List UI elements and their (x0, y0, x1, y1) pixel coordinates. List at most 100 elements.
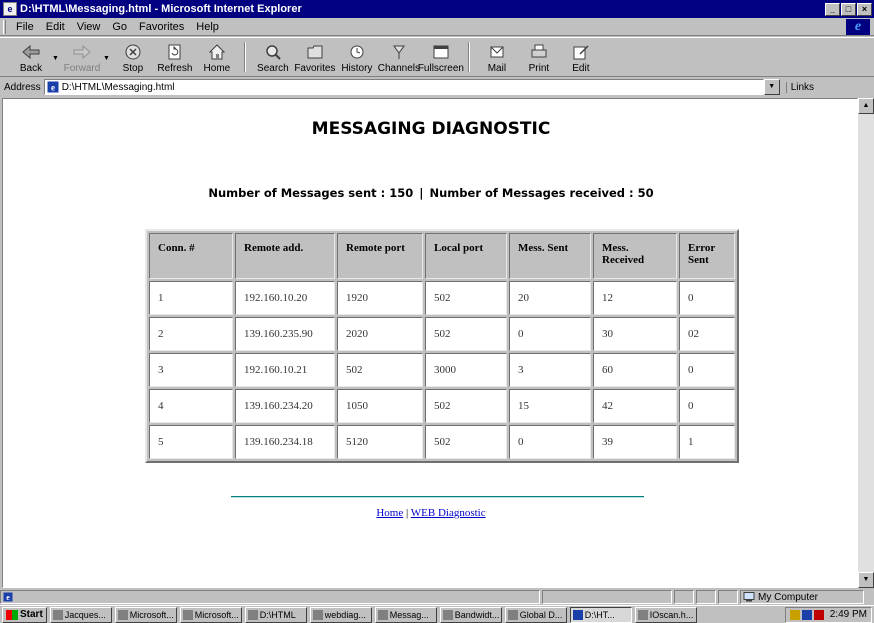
tray-icon[interactable] (801, 609, 812, 620)
search-button[interactable]: Search (252, 38, 294, 76)
address-input[interactable]: e D:\HTML\Messaging.html (43, 79, 764, 95)
taskbar-item[interactable]: webdiag... (309, 606, 372, 623)
refresh-button[interactable]: Refresh (154, 38, 196, 76)
menu-view[interactable]: View (71, 21, 107, 33)
print-button[interactable]: Print (518, 38, 560, 76)
mail-icon (488, 43, 506, 61)
edit-icon (572, 43, 590, 61)
cell-conn: 3 (149, 353, 233, 387)
print-icon (530, 43, 548, 61)
header-conn: Conn. # (149, 233, 233, 279)
cell-remote-port: 1050 (337, 389, 423, 423)
taskbar-item[interactable]: IOscan.h... (634, 606, 697, 623)
app-icon (637, 609, 648, 620)
menu-grip[interactable] (3, 19, 6, 34)
favorites-icon (306, 43, 324, 61)
cell-mess-sent: 20 (509, 281, 591, 315)
taskbar-item[interactable]: Microsoft... (114, 606, 177, 623)
channels-button[interactable]: Channels (378, 38, 420, 76)
scroll-up-button[interactable]: ▲ (858, 98, 874, 114)
cell-error-sent: 0 (679, 389, 735, 423)
status-text-cell: e (0, 590, 540, 604)
taskbar-item[interactable]: D:\HTML (244, 606, 307, 623)
cell-remote-add: 139.160.235.90 (235, 317, 335, 351)
folder-icon (247, 609, 258, 620)
cell-remote-add: 192.160.10.21 (235, 353, 335, 387)
app-icon (117, 609, 128, 620)
start-button[interactable]: Start (2, 606, 47, 623)
app-icon (507, 609, 518, 620)
cell-remote-port: 5120 (337, 425, 423, 459)
tray-icon[interactable] (813, 609, 824, 620)
forward-button[interactable]: Forward (61, 38, 103, 76)
address-bar: Address e D:\HTML\Messaging.html ▼ Links (0, 78, 874, 96)
ie-page-icon: e (3, 2, 17, 16)
vertical-scrollbar[interactable]: ▲ ▼ (858, 98, 874, 588)
edit-button[interactable]: Edit (560, 38, 602, 76)
taskbar-item[interactable]: Global D... (504, 606, 567, 623)
minimize-button[interactable]: _ (825, 2, 840, 16)
close-button[interactable]: × (857, 2, 872, 16)
cell-conn: 1 (149, 281, 233, 315)
menu-file[interactable]: File (10, 21, 40, 33)
cell-mess-received: 12 (593, 281, 677, 315)
clock[interactable]: 2:49 PM (830, 609, 867, 620)
cell-local-port: 502 (425, 281, 507, 315)
cell-local-port: 502 (425, 425, 507, 459)
favorites-button[interactable]: Favorites (294, 38, 336, 76)
page-status-icon: e (3, 592, 13, 602)
address-dropdown-icon[interactable]: ▼ (763, 79, 780, 95)
taskbar-item[interactable]: Bandwidt... (439, 606, 502, 623)
toolbar-separator (243, 42, 246, 72)
menu-help[interactable]: Help (190, 21, 225, 33)
header-mess-received: Mess. Received (593, 233, 677, 279)
taskbar-item[interactable]: Microsoft... (179, 606, 242, 623)
cell-remote-port: 1920 (337, 281, 423, 315)
computer-icon (743, 592, 755, 602)
web-diagnostic-link[interactable]: WEB Diagnostic (411, 507, 486, 519)
cell-error-sent: 0 (679, 353, 735, 387)
svg-text:e: e (51, 83, 55, 93)
window-title: D:\HTML\Messaging.html - Microsoft Inter… (20, 3, 302, 15)
taskbar-item[interactable]: Messag... (374, 606, 437, 623)
stop-button[interactable]: Stop (112, 38, 154, 76)
cell-mess-sent: 0 (509, 425, 591, 459)
cell-mess-sent: 3 (509, 353, 591, 387)
maximize-button[interactable]: □ (841, 2, 856, 16)
message-summary: Number of Messages sent : 150 | Number o… (3, 186, 857, 200)
forward-dropdown-icon[interactable]: ▼ (103, 55, 110, 62)
header-remote-port: Remote port (337, 233, 423, 279)
tray-icon[interactable] (789, 609, 800, 620)
toolbar: Back ▼ Forward ▼ Stop Refresh Home Searc… (0, 37, 874, 77)
taskbar-item[interactable]: Jacques... (49, 606, 112, 623)
svg-text:e: e (6, 593, 10, 602)
back-button[interactable]: Back (10, 38, 52, 76)
status-cell (718, 590, 738, 604)
cell-mess-sent: 15 (509, 389, 591, 423)
back-dropdown-icon[interactable]: ▼ (52, 55, 59, 62)
mail-button[interactable]: Mail (476, 38, 518, 76)
taskbar-item-active[interactable]: D:\HT... (569, 606, 632, 623)
scroll-down-button[interactable]: ▼ (858, 572, 874, 588)
menu-edit[interactable]: Edit (40, 21, 71, 33)
app-icon (312, 609, 323, 620)
summary-separator: | (419, 186, 424, 200)
table-header-row: Conn. # Remote add. Remote port Local po… (149, 233, 735, 279)
cell-local-port: 3000 (425, 353, 507, 387)
header-local-port: Local port (425, 233, 507, 279)
fullscreen-button[interactable]: Fullscreen (418, 38, 464, 76)
links-button[interactable]: Links (785, 81, 814, 93)
status-cell (696, 590, 716, 604)
home-link[interactable]: Home (376, 507, 403, 519)
menu-go[interactable]: Go (106, 21, 133, 33)
header-remote-add: Remote add. (235, 233, 335, 279)
security-zone-label: My Computer (758, 591, 819, 603)
table-row: 2 139.160.235.90 2020 502 0 30 02 (149, 317, 735, 351)
cell-error-sent: 1 (679, 425, 735, 459)
header-error-sent: Error Sent (679, 233, 735, 279)
cell-remote-add: 192.160.10.20 (235, 281, 335, 315)
forward-arrow-icon (73, 43, 91, 61)
home-button[interactable]: Home (196, 38, 238, 76)
menu-favorites[interactable]: Favorites (133, 21, 190, 33)
history-button[interactable]: History (336, 38, 378, 76)
